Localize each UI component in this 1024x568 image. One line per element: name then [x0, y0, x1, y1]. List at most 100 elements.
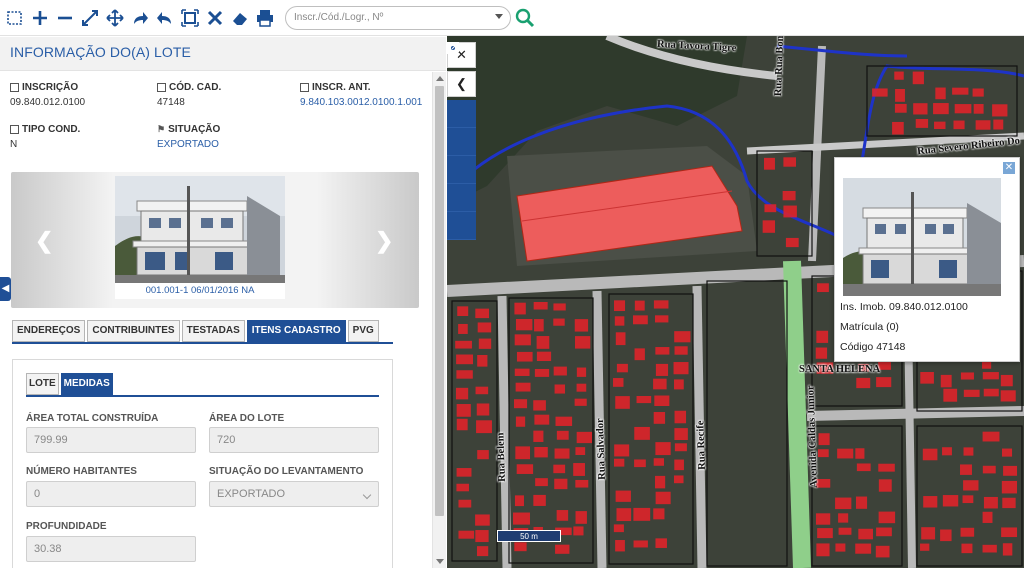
num-habitantes-field[interactable]: 0	[26, 481, 196, 507]
building-footprint	[534, 414, 550, 425]
building-footprint	[476, 420, 492, 434]
back-icon[interactable]	[152, 3, 177, 33]
export-icon[interactable]	[447, 42, 476, 240]
inscr-ant-item: INSCR. ANT. 9.840.103.0012.0100.1.001	[300, 82, 422, 108]
subtab-lote[interactable]: LOTE	[26, 373, 59, 395]
building-footprint	[534, 368, 550, 377]
building-footprint	[963, 389, 980, 397]
area-lote-field[interactable]: 720	[209, 427, 379, 453]
subtab-medidas[interactable]: MEDIDAS	[60, 373, 113, 395]
window-icon[interactable]	[447, 42, 476, 156]
tab-testadas[interactable]: TESTADAS	[181, 320, 245, 342]
print-icon[interactable]	[252, 3, 277, 33]
inscricao-label: INSCRIÇÃO	[22, 82, 79, 93]
building-footprint	[553, 464, 566, 474]
building-footprint	[1003, 465, 1018, 476]
building-footprint	[477, 354, 488, 367]
building-footprint	[478, 338, 492, 349]
inscr-ant-link[interactable]: 9.840.103.0012.0100.1.001	[300, 97, 422, 108]
collapse-panel-button[interactable]: ◀	[0, 277, 11, 301]
area-total-field[interactable]: 799.99	[26, 427, 196, 453]
pan-icon[interactable]	[102, 3, 127, 33]
chevron-right-icon[interactable]: ❯	[375, 228, 393, 254]
building-footprint	[458, 499, 472, 508]
building-footprint	[553, 366, 567, 376]
search-icon[interactable]	[513, 3, 537, 33]
building-footprint	[895, 88, 905, 102]
building-footprint	[633, 315, 648, 325]
scroll-up-icon[interactable]	[436, 76, 444, 81]
building-footprint	[785, 237, 799, 248]
list-icon[interactable]	[447, 42, 476, 128]
building-footprint	[655, 491, 671, 505]
building-footprint	[921, 527, 936, 540]
tab-contribuintes[interactable]: CONTRIBUINTES	[87, 320, 180, 342]
chevron-left-icon[interactable]: ❮	[35, 228, 53, 254]
history-icon[interactable]	[447, 42, 476, 184]
building-footprint	[762, 220, 776, 233]
building-footprint	[536, 336, 550, 349]
building-footprint	[1002, 543, 1013, 556]
select-box-icon[interactable]	[2, 3, 27, 33]
building-footprint	[655, 363, 669, 376]
building-footprint	[513, 512, 530, 525]
building-footprint	[476, 403, 490, 416]
zoom-in-icon[interactable]	[27, 3, 52, 33]
building-footprint	[878, 463, 895, 472]
building-footprint	[515, 416, 526, 427]
building-footprint	[614, 444, 630, 457]
card-icon	[300, 83, 309, 92]
map-view[interactable]: ✕ ❮ Rua Tavora Tigre Rua Rua Bom Jesus R…	[447, 36, 1024, 568]
building-footprint	[535, 478, 548, 487]
building-footprint	[815, 513, 831, 525]
building-footprint	[992, 104, 1008, 117]
map-toolbar: ✕ ❮	[447, 42, 476, 240]
toolbar	[0, 0, 1024, 36]
chevron-down-icon[interactable]	[495, 13, 503, 19]
scroll-down-icon[interactable]	[436, 559, 444, 564]
building-footprint	[933, 103, 949, 115]
tab-itens-cadastro[interactable]: ITENS CADASTRO	[246, 320, 346, 342]
building-footprint	[878, 511, 896, 524]
scroll-thumb[interactable]	[435, 86, 444, 516]
building-footprint	[912, 71, 924, 85]
situacao-levantamento-label: SITUAÇÃO DO LEVANTAMENTO	[209, 466, 364, 477]
building-footprint	[575, 511, 587, 524]
camera-icon[interactable]	[447, 42, 476, 212]
tab-enderecos[interactable]: ENDEREÇOS	[12, 320, 86, 342]
building-footprint	[858, 528, 873, 540]
tab-pvg[interactable]: PVG	[347, 320, 379, 342]
photo-caption[interactable]: 001.001-1 06/01/2016 NA	[115, 283, 285, 299]
building-footprint	[574, 319, 589, 332]
situacao-levantamento-select[interactable]: EXPORTADO	[209, 481, 379, 507]
building-footprint	[816, 330, 829, 343]
building-footprint	[940, 529, 952, 542]
building-footprint	[982, 544, 997, 553]
building-footprint	[674, 459, 684, 471]
close-icon[interactable]: ✕	[1003, 162, 1015, 174]
forward-icon[interactable]	[127, 3, 152, 33]
building-footprint	[982, 465, 996, 474]
chevron-left-icon[interactable]: ❮	[447, 71, 476, 97]
area-lote-label: ÁREA DO LOTE	[209, 413, 285, 424]
zoom-out-icon[interactable]	[52, 3, 77, 33]
building-footprint	[837, 448, 854, 459]
building-footprint	[533, 494, 546, 506]
clear-icon[interactable]	[202, 3, 227, 33]
building-footprint	[942, 447, 952, 456]
building-footprint	[856, 463, 871, 472]
search-input[interactable]	[285, 5, 511, 30]
eraser-icon[interactable]	[227, 3, 252, 33]
building-footprint	[876, 377, 892, 388]
building-footprint	[514, 495, 524, 507]
zoom-box-icon[interactable]	[177, 3, 202, 33]
building-footprint	[783, 205, 797, 218]
street-label: Rua Recife	[695, 420, 708, 470]
building-footprint	[960, 527, 975, 537]
building-footprint	[855, 543, 872, 554]
panel-scrollbar[interactable]	[432, 72, 446, 568]
full-extent-icon[interactable]	[77, 3, 102, 33]
building-footprint	[674, 428, 688, 441]
building-footprint	[636, 395, 652, 404]
profundidade-field[interactable]: 30.38	[26, 536, 196, 562]
